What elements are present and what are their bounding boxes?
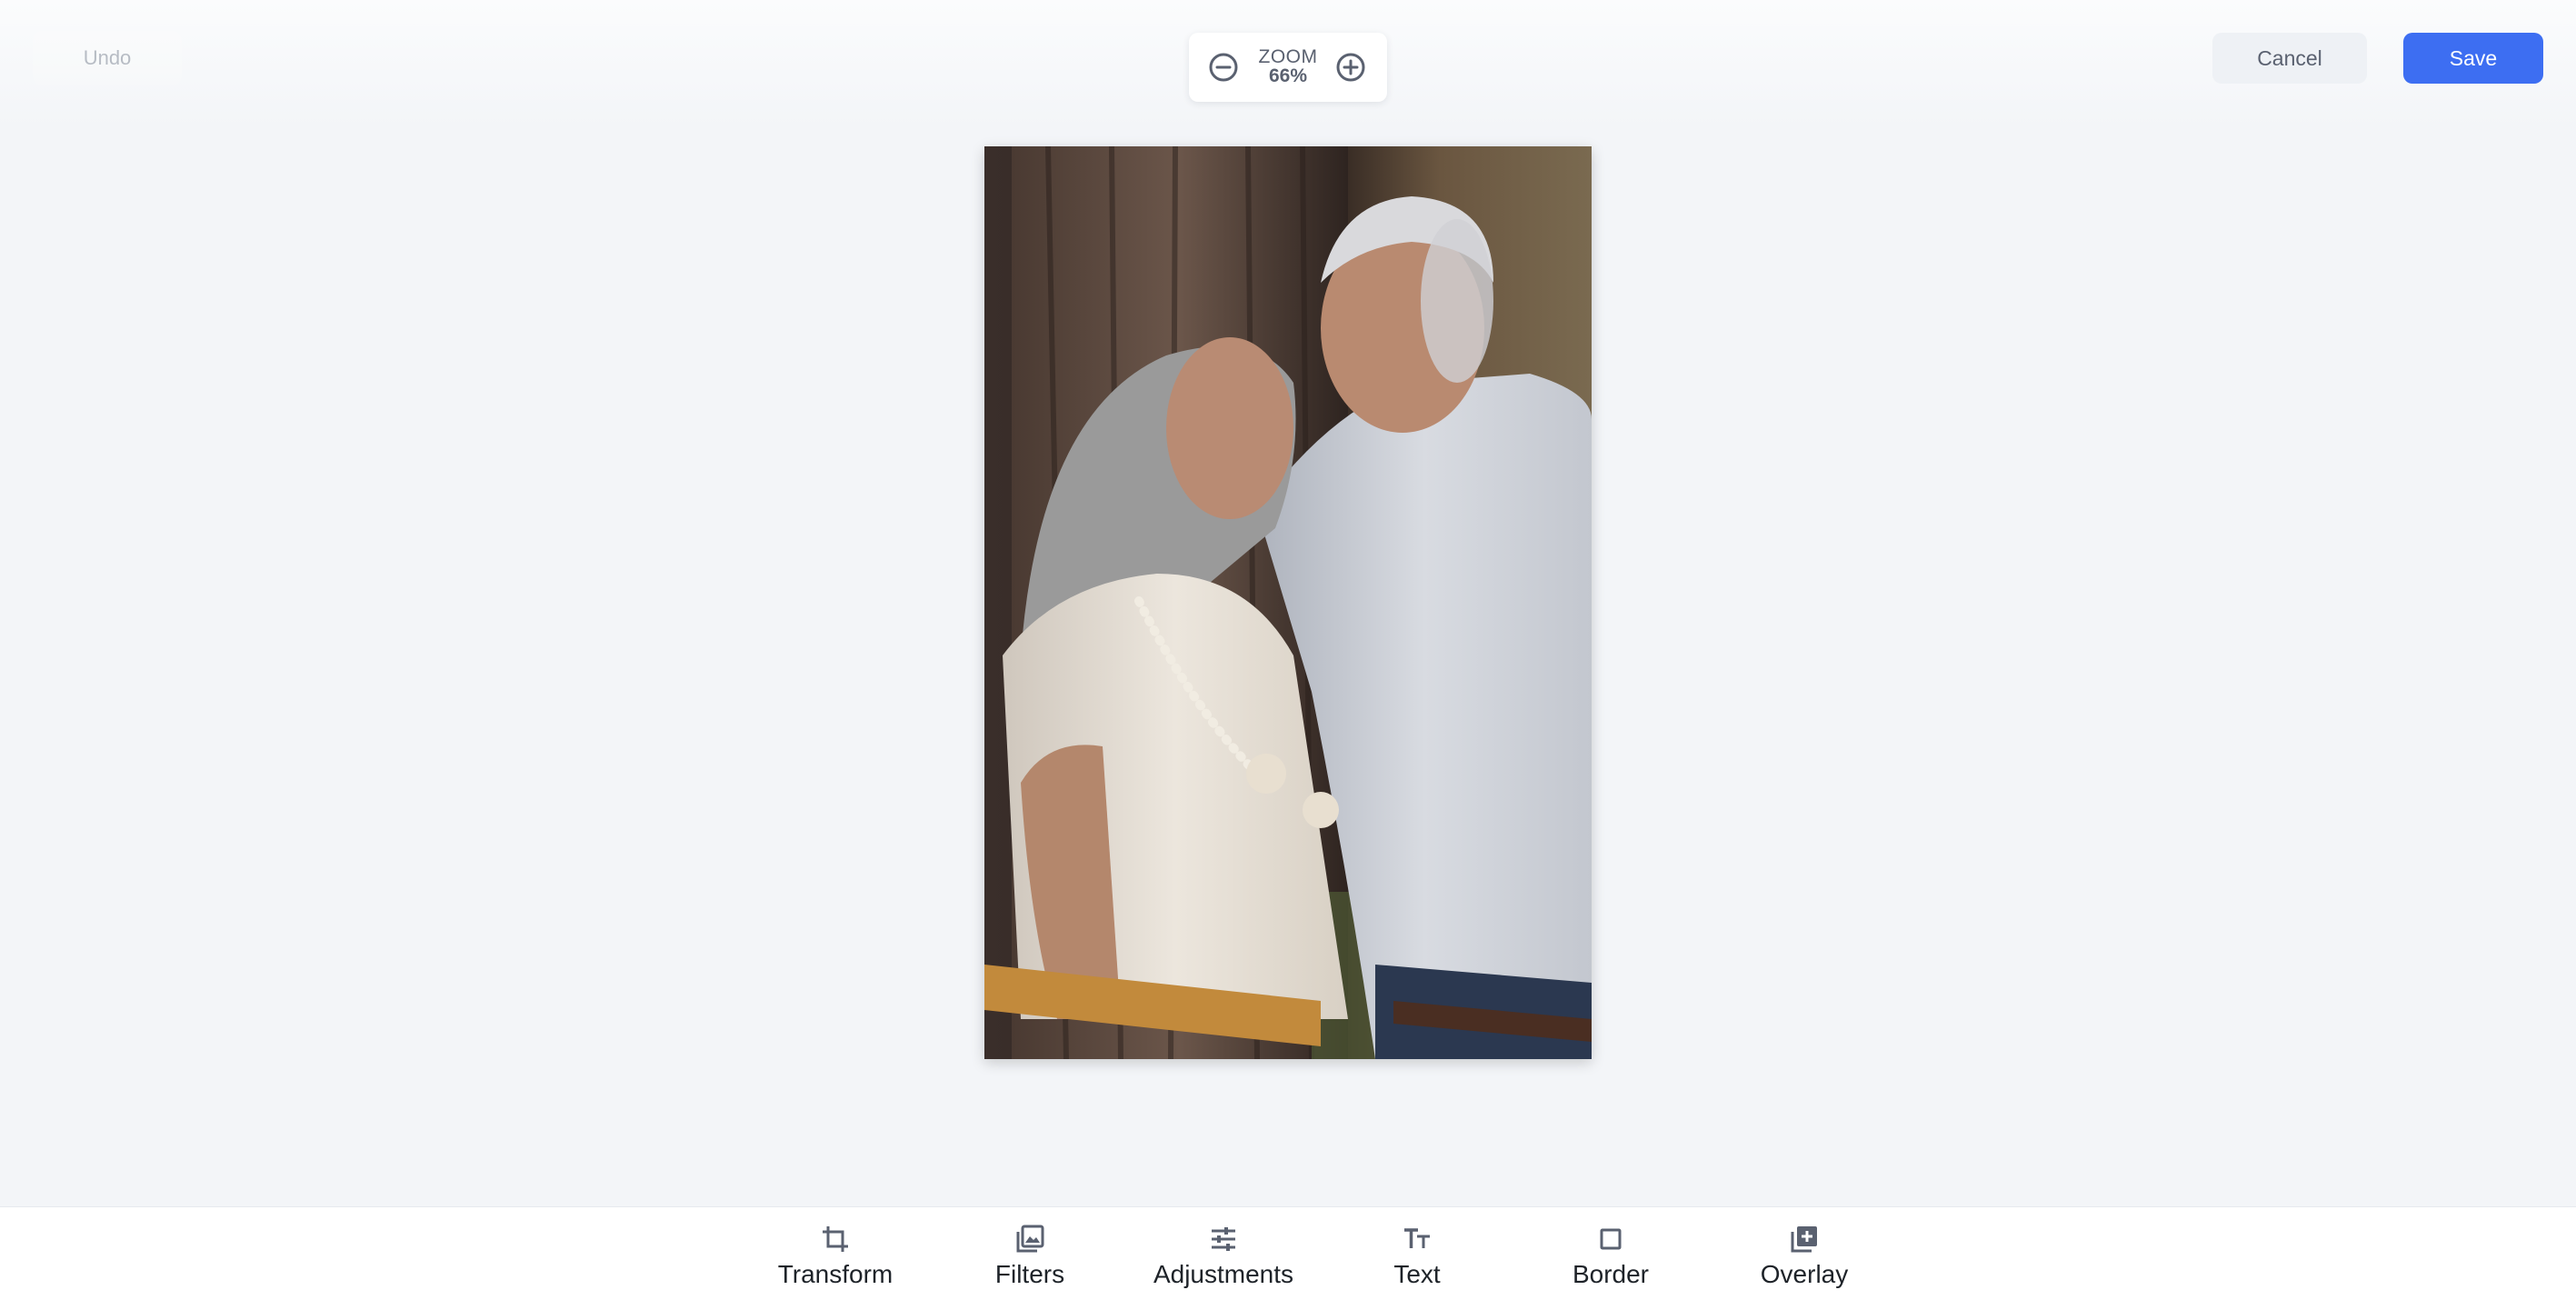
- save-button[interactable]: Save: [2403, 33, 2543, 84]
- crop-icon: [823, 1226, 848, 1252]
- plus-circle-icon: [1336, 53, 1365, 82]
- add-layer-icon: [1791, 1226, 1817, 1253]
- zoom-value: 66%: [1268, 65, 1308, 86]
- filters-icon: [1016, 1225, 1044, 1253]
- tool-label: Text: [1393, 1260, 1441, 1288]
- minus-circle-icon: [1209, 53, 1238, 82]
- tool-label: Adjustments: [1153, 1260, 1294, 1288]
- sliders-icon: [1212, 1227, 1235, 1251]
- photo-image: [984, 146, 1592, 1059]
- tool-transform[interactable]: Transform: [749, 1215, 922, 1295]
- tool-text[interactable]: Text: [1331, 1215, 1503, 1295]
- image-canvas[interactable]: [984, 146, 1592, 1059]
- zoom-in-button[interactable]: [1334, 51, 1367, 84]
- tool-label: Transform: [777, 1260, 894, 1288]
- image-editor: Undo ZOOM 66% Cancel Save Transform Filt…: [0, 0, 2576, 1300]
- square-icon: [1600, 1228, 1622, 1250]
- tool-overlay[interactable]: Overlay: [1718, 1215, 1891, 1295]
- cancel-button[interactable]: Cancel: [2212, 33, 2367, 84]
- editor-toolbar: Transform Filters Adjustments Text Borde…: [0, 1206, 2576, 1300]
- tool-filters[interactable]: Filters: [944, 1215, 1116, 1295]
- tool-label: Border: [1572, 1260, 1650, 1288]
- undo-button[interactable]: Undo: [33, 31, 182, 85]
- top-bar: Undo ZOOM 66% Cancel Save: [0, 0, 2576, 127]
- tool-label: Overlay: [1760, 1260, 1849, 1288]
- tool-adjustments[interactable]: Adjustments: [1137, 1215, 1310, 1295]
- zoom-label: ZOOM: [1258, 46, 1318, 67]
- tool-label: Filters: [994, 1260, 1065, 1288]
- text-icon: [1404, 1228, 1430, 1248]
- zoom-out-button[interactable]: [1207, 51, 1240, 84]
- zoom-control: ZOOM 66%: [1189, 33, 1387, 102]
- tool-border[interactable]: Border: [1524, 1215, 1697, 1295]
